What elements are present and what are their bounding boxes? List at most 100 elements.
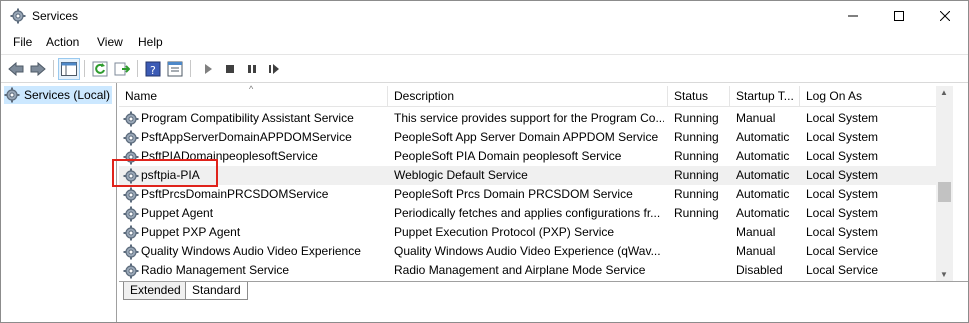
service-name: Program Compatibility Assistant Service [141,111,354,125]
service-startup-type: Automatic [736,149,790,163]
stop-icon [226,65,234,73]
service-log-on-as: Local System [806,111,879,125]
table-row[interactable]: Program Compatibility Assistant Service T… [119,109,936,128]
menu-view[interactable]: View [97,35,123,49]
minimize-icon [848,15,858,17]
window-title: Services [32,9,79,23]
close-icon [940,11,950,21]
properties-icon [167,61,183,77]
menu-file[interactable]: File [13,35,32,49]
export-list-button[interactable] [111,58,133,80]
service-gear-icon [123,111,139,127]
annotation-highlight-box [112,159,218,187]
toolbar: ? [1,54,968,83]
column-header-name[interactable]: Name [119,86,388,106]
service-startup-type: Manual [736,225,776,239]
service-startup-type: Manual [736,244,776,258]
tab-standard[interactable]: Standard [185,282,248,300]
service-rows: Program Compatibility Assistant Service T… [119,109,936,280]
service-name: Puppet Agent [141,206,214,220]
tree-item-label: Services (Local) [24,88,111,102]
properties-button[interactable] [164,58,186,80]
service-startup-type: Automatic [736,206,790,220]
service-status: Running [674,206,719,220]
vertical-scrollbar[interactable]: ▲ ▼ [936,86,953,281]
service-description: Periodically fetches and applies configu… [394,206,661,220]
tree-item-services-local[interactable]: Services (Local) [4,86,112,104]
scroll-down-icon[interactable]: ▼ [940,270,948,279]
table-row[interactable]: PsftPrcsDomainPRCSDOMService PeopleSoft P… [119,185,936,204]
refresh-icon [92,61,108,77]
pause-icon [248,65,256,73]
stop-service-button[interactable] [219,58,241,80]
console-tree-icon [61,62,77,76]
service-log-on-as: Local Service [806,263,879,277]
restart-service-button[interactable] [263,58,285,80]
service-description: PeopleSoft PIA Domain peoplesoft Service [394,149,622,163]
scroll-up-icon[interactable]: ▲ [940,88,948,97]
table-row[interactable]: Quality Windows Audio Video Experience Qu… [119,242,936,261]
menu-bar: File Action View Help [1,33,968,53]
service-startup-type: Automatic [736,168,790,182]
service-description: Weblogic Default Service [394,168,528,182]
service-status [674,223,730,242]
console-tree: Services (Local) [1,83,117,322]
service-status: Running [674,149,719,163]
menu-help[interactable]: Help [138,35,163,49]
service-status: Running [674,130,719,144]
service-gear-icon [123,225,139,241]
forward-button[interactable] [27,58,49,80]
table-row[interactable]: psftpia-PIA Weblogic Default Service Runni… [119,166,936,185]
refresh-button[interactable] [89,58,111,80]
title-bar: Services [1,1,968,31]
service-description: This service provides support for the Pr… [394,111,664,125]
menu-action[interactable]: Action [46,35,79,49]
service-startup-type: Manual [736,111,776,125]
export-list-icon [114,62,130,76]
service-description: Puppet Execution Protocol (PXP) Service [394,225,615,239]
table-row[interactable]: PsftAppServerDomainAPPDOMService PeopleSo… [119,128,936,147]
column-header-startup-type[interactable]: Startup T... [730,86,800,106]
service-name: PsftPrcsDomainPRCSDOMService [141,187,329,201]
column-header-status[interactable]: Status [668,86,730,106]
services-gear-icon [10,8,26,24]
tab-extended[interactable]: Extended [123,282,188,300]
restart-icon [269,64,279,74]
service-gear-icon [123,244,139,260]
back-button[interactable] [5,58,27,80]
service-status: Running [674,187,719,201]
service-status: Running [674,111,719,125]
column-header-log-on-as[interactable]: Log On As [800,86,936,106]
start-service-button[interactable] [197,58,219,80]
service-log-on-as: Local System [806,149,879,163]
service-log-on-as: Local System [806,187,879,201]
list-header: ^ Name Description Status Startup T... L… [119,84,936,107]
service-name: Quality Windows Audio Video Experience [141,244,361,258]
scrollbar-thumb[interactable] [938,182,951,202]
service-log-on-as: Local System [806,225,879,239]
show-hide-console-tree-button[interactable] [58,58,80,80]
service-gear-icon [123,130,139,146]
table-row[interactable]: Puppet PXP Agent Puppet Execution Protoco… [119,223,936,242]
table-row[interactable]: Puppet Agent Periodically fetches and app… [119,204,936,223]
forward-arrow-icon [30,62,46,76]
service-status [674,261,730,280]
pause-service-button[interactable] [241,58,263,80]
service-name: Radio Management Service [141,263,290,277]
maximize-button[interactable] [876,1,922,31]
service-description: Radio Management and Airplane Mode Servi… [394,263,646,277]
service-name: Puppet PXP Agent [141,225,241,239]
table-row[interactable]: Radio Management Service Radio Management… [119,261,936,280]
maximize-icon [894,11,904,21]
help-icon: ? [145,61,161,77]
column-header-description[interactable]: Description [388,86,668,106]
close-button[interactable] [922,1,968,31]
service-startup-type: Disabled [736,263,783,277]
help-button[interactable]: ? [142,58,164,80]
minimize-button[interactable] [830,1,876,31]
service-description: PeopleSoft Prcs Domain PRCSDOM Service [394,187,633,201]
service-gear-icon [123,206,139,222]
table-row[interactable]: PsftPIADomainpeoplesoftService PeopleSoft… [119,147,936,166]
service-gear-icon [123,263,139,279]
service-log-on-as: Local System [806,206,879,220]
